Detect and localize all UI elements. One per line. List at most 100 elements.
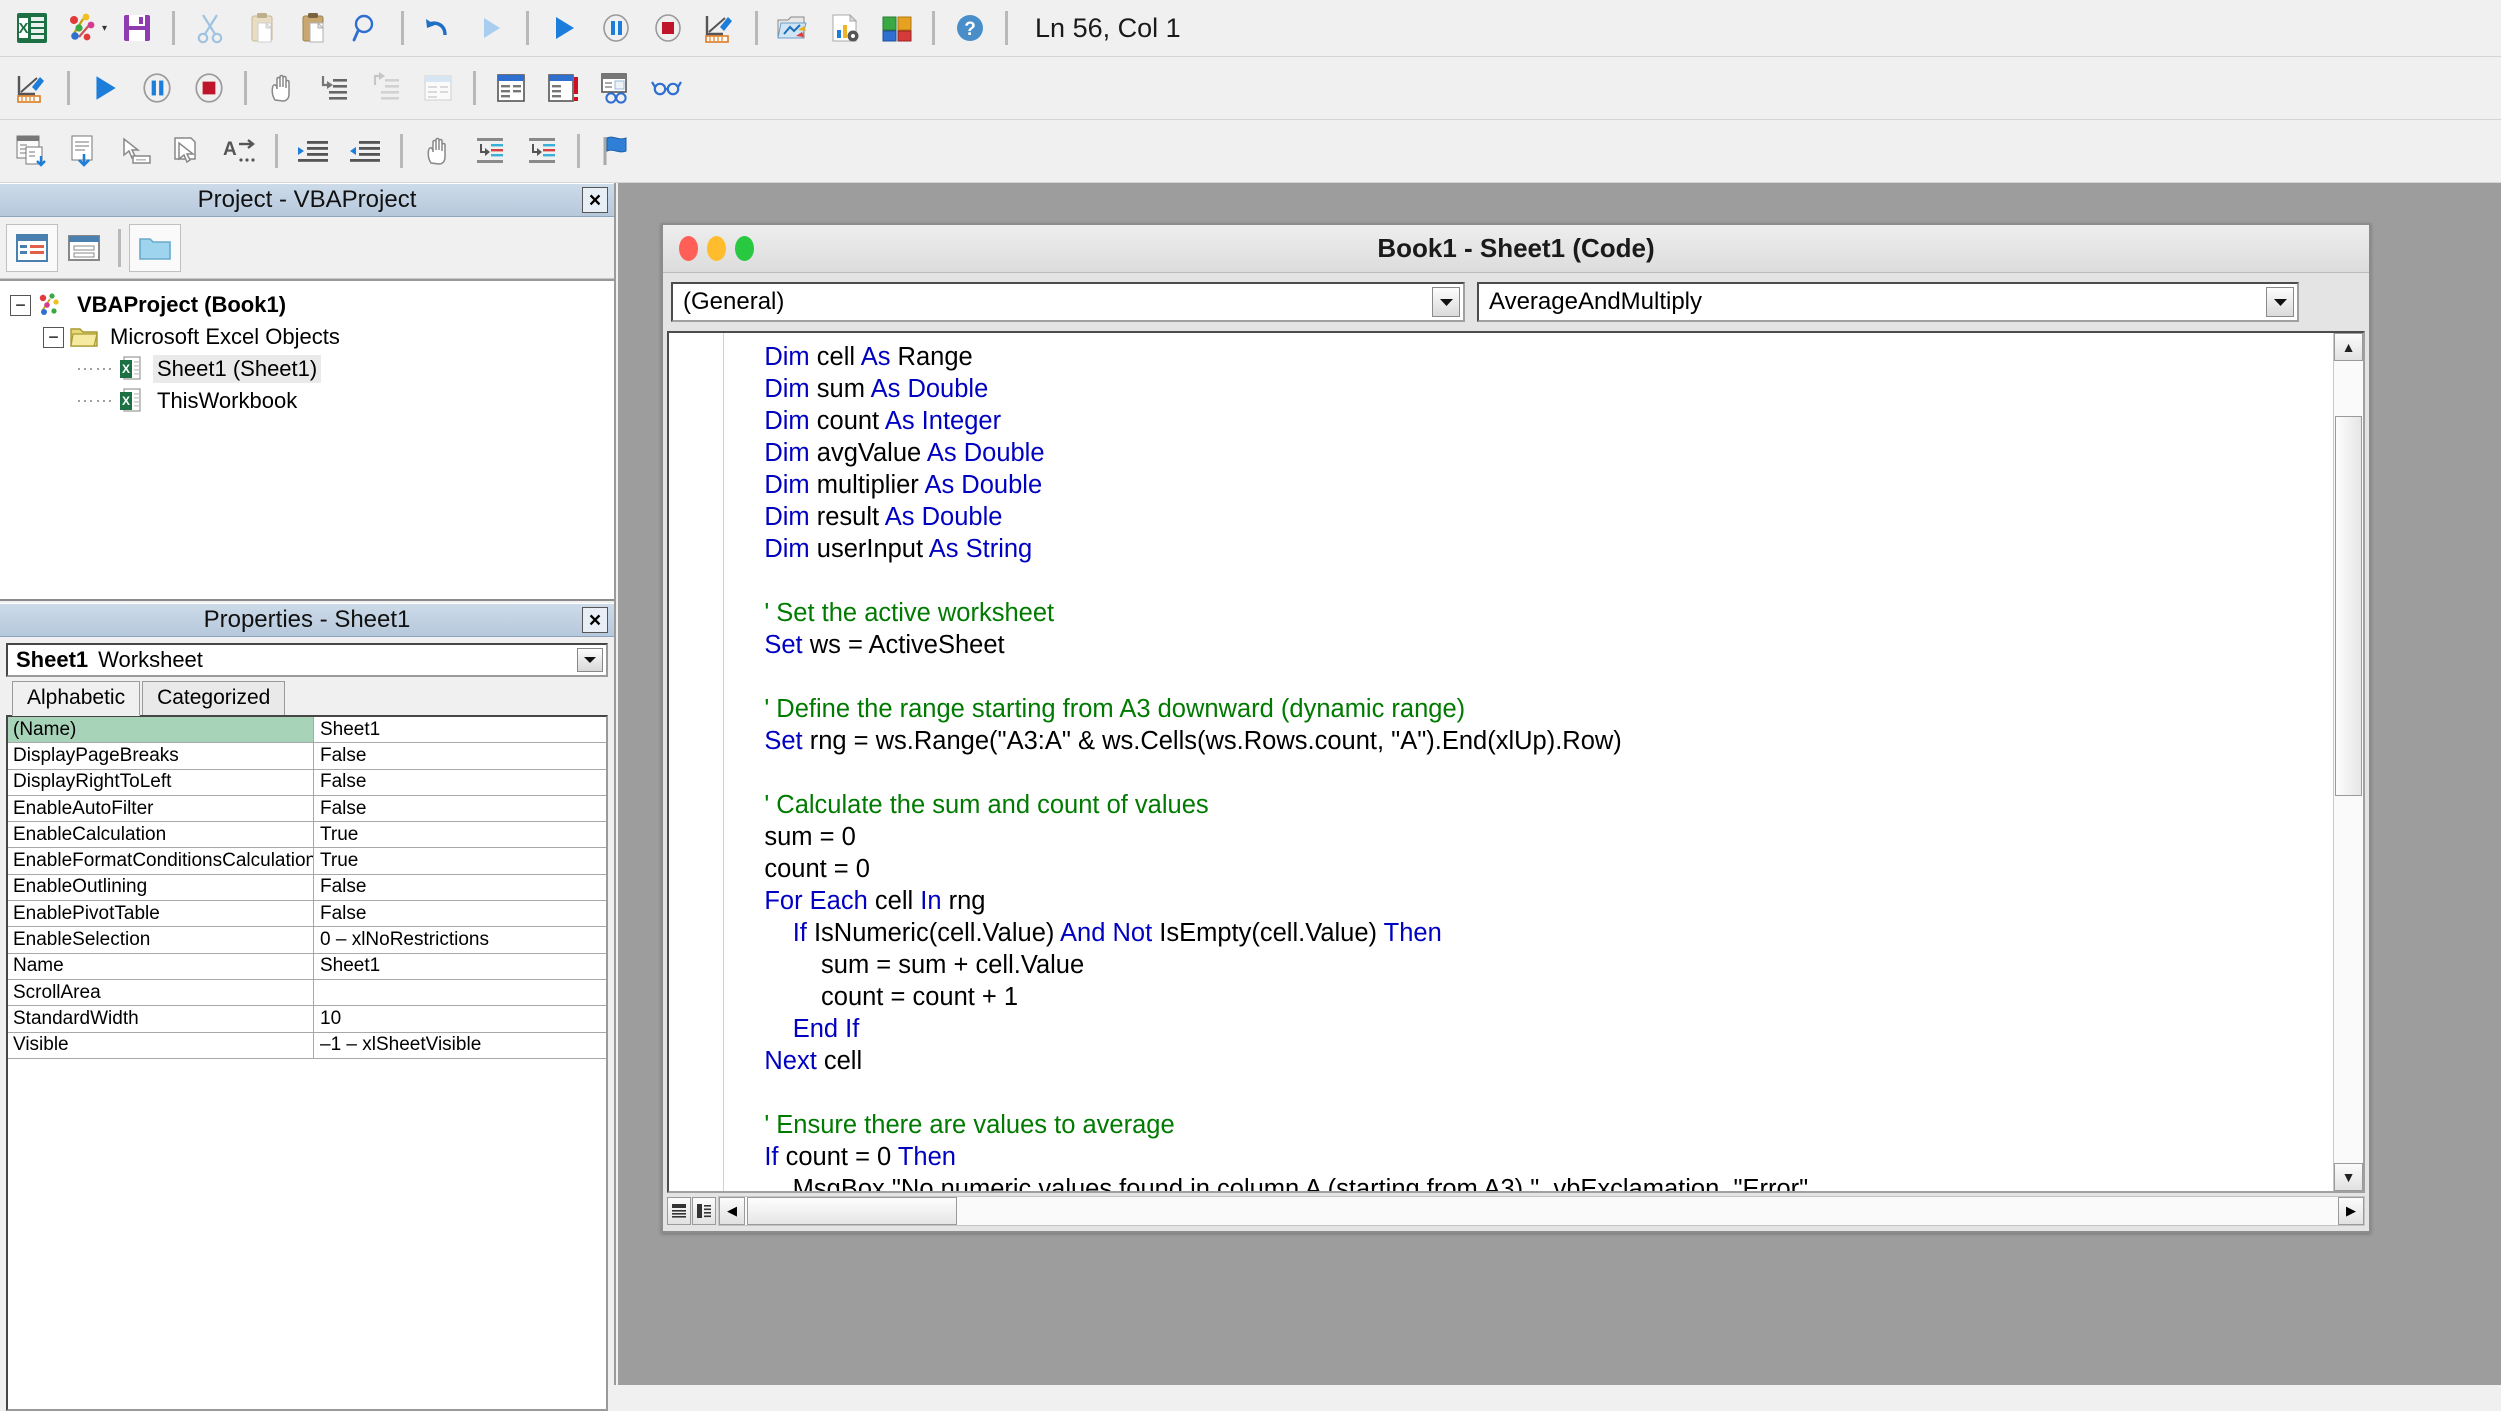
property-value[interactable]: 10: [314, 1006, 606, 1031]
cut-icon[interactable]: [184, 4, 236, 52]
property-row[interactable]: ScrollArea: [8, 980, 606, 1006]
excel-view-icon[interactable]: X: [6, 4, 58, 52]
full-module-view-icon[interactable]: [692, 1197, 716, 1225]
property-row[interactable]: EnablePivotTableFalse: [8, 901, 606, 927]
object-browser-icon[interactable]: [871, 4, 923, 52]
project-tree[interactable]: − VBAProject (Book1)− Microsoft Excel Ob…: [0, 279, 614, 599]
call-stack-icon[interactable]: [641, 64, 693, 112]
chevron-down-icon[interactable]: [1432, 287, 1460, 317]
maximize-icon[interactable]: [735, 236, 754, 261]
property-row[interactable]: NameSheet1: [8, 954, 606, 980]
property-value[interactable]: Sheet1: [314, 717, 606, 742]
properties-object-combo[interactable]: Sheet1 Worksheet: [6, 643, 608, 677]
save-icon[interactable]: [111, 4, 163, 52]
indent-icon[interactable]: [287, 127, 339, 175]
locals-window-icon[interactable]: [412, 64, 464, 112]
property-row[interactable]: EnableFormatConditionsCalculationTrue: [8, 848, 606, 874]
property-value[interactable]: False: [314, 743, 606, 768]
hscroll-track[interactable]: [957, 1197, 2338, 1225]
tree-item[interactable]: − Microsoft Excel Objects: [0, 321, 614, 353]
step-out-icon[interactable]: [360, 64, 412, 112]
property-row[interactable]: DisplayPageBreaksFalse: [8, 743, 606, 769]
code-horizontal-scrollbar[interactable]: ◀ ▶: [718, 1196, 2365, 1226]
property-row[interactable]: DisplayRightToLeftFalse: [8, 770, 606, 796]
properties-window-icon[interactable]: [819, 4, 871, 52]
list-constants-icon[interactable]: [58, 127, 110, 175]
chevron-down-icon[interactable]: [2266, 287, 2294, 317]
tree-expander-icon[interactable]: −: [43, 327, 64, 348]
scroll-right-button[interactable]: ▶: [2338, 1197, 2364, 1225]
list-properties-icon[interactable]: [6, 127, 58, 175]
property-value[interactable]: False: [314, 770, 606, 795]
paste-icon[interactable]: [288, 4, 340, 52]
view-code-icon[interactable]: [6, 224, 58, 272]
uncomment-block-icon[interactable]: [516, 127, 568, 175]
bookmark-icon[interactable]: [589, 127, 641, 175]
find-icon[interactable]: [340, 4, 392, 52]
pause-icon[interactable]: [590, 4, 642, 52]
property-value[interactable]: True: [314, 848, 606, 873]
code-vertical-scrollbar[interactable]: ▲ ▼: [2333, 333, 2363, 1191]
pause-icon[interactable]: [131, 64, 183, 112]
run-icon[interactable]: [538, 4, 590, 52]
toggle-breakpoint-icon[interactable]: [412, 127, 464, 175]
design-mode-icon[interactable]: [694, 4, 746, 52]
comment-block-icon[interactable]: [464, 127, 516, 175]
properties-tab-alphabetic[interactable]: Alphabetic: [12, 681, 140, 716]
copy-icon[interactable]: [236, 4, 288, 52]
properties-grid[interactable]: (Name)Sheet1DisplayPageBreaksFalseDispla…: [6, 715, 608, 1411]
scroll-down-button[interactable]: ▼: [2334, 1163, 2363, 1191]
property-value[interactable]: Sheet1: [314, 954, 606, 979]
immediate-window-icon[interactable]: [485, 64, 537, 112]
help-icon[interactable]: ?: [944, 4, 996, 52]
tree-item[interactable]: − VBAProject (Book1): [0, 289, 614, 321]
procedure-view-icon[interactable]: [667, 1197, 691, 1225]
chevron-down-icon[interactable]: [577, 648, 603, 672]
property-row[interactable]: (Name)Sheet1: [8, 717, 606, 743]
close-icon[interactable]: ×: [582, 187, 608, 213]
property-value[interactable]: False: [314, 875, 606, 900]
property-value[interactable]: [314, 980, 606, 1005]
scroll-left-button[interactable]: ◀: [719, 1197, 745, 1225]
property-row[interactable]: EnableOutliningFalse: [8, 875, 606, 901]
vscroll-track[interactable]: [2334, 361, 2363, 1163]
scroll-up-button[interactable]: ▲: [2334, 333, 2363, 361]
stop-icon[interactable]: [642, 4, 694, 52]
code-text-area[interactable]: Dim cell As Range Dim sum As Double Dim …: [724, 333, 2333, 1191]
hscroll-thumb[interactable]: [747, 1197, 957, 1225]
outdent-icon[interactable]: [339, 127, 391, 175]
view-object-icon[interactable]: [58, 224, 110, 272]
property-value[interactable]: –1 – xlSheetVisible: [314, 1033, 606, 1058]
tree-expander-icon[interactable]: −: [10, 295, 31, 316]
quick-watch-icon[interactable]: [589, 64, 641, 112]
property-row[interactable]: StandardWidth10: [8, 1006, 606, 1032]
property-value[interactable]: True: [314, 822, 606, 847]
stop-icon[interactable]: [183, 64, 235, 112]
insert-object-icon[interactable]: [58, 4, 110, 52]
properties-tab-categorized[interactable]: Categorized: [142, 681, 285, 715]
tree-item[interactable]: ⋯⋯ X ThisWorkbook: [0, 385, 614, 417]
toggle-folders-icon[interactable]: [129, 224, 181, 272]
close-icon[interactable]: [679, 236, 698, 261]
property-value[interactable]: 0 – xlNoRestrictions: [314, 927, 606, 952]
design-mode-icon[interactable]: [6, 64, 58, 112]
property-row[interactable]: Visible–1 – xlSheetVisible: [8, 1033, 606, 1059]
run-icon[interactable]: [79, 64, 131, 112]
redo-icon[interactable]: [465, 4, 517, 52]
property-value[interactable]: False: [314, 901, 606, 926]
parameter-info-icon[interactable]: [162, 127, 214, 175]
tree-item[interactable]: ⋯⋯ X Sheet1 (Sheet1): [0, 353, 614, 385]
complete-word-icon[interactable]: A: [214, 127, 266, 175]
code-editor[interactable]: Dim cell As Range Dim sum As Double Dim …: [667, 331, 2365, 1193]
project-explorer-icon[interactable]: [767, 4, 819, 52]
property-row[interactable]: EnableAutoFilterFalse: [8, 796, 606, 822]
procedure-dropdown[interactable]: AverageAndMultiply: [1477, 282, 2299, 322]
minimize-icon[interactable]: [707, 236, 726, 261]
undo-icon[interactable]: [413, 4, 465, 52]
quick-info-icon[interactable]: [110, 127, 162, 175]
hand-icon[interactable]: [256, 64, 308, 112]
watch-window-icon[interactable]: [537, 64, 589, 112]
vscroll-thumb[interactable]: [2335, 416, 2362, 796]
property-row[interactable]: EnableCalculationTrue: [8, 822, 606, 848]
step-into-icon[interactable]: [308, 64, 360, 112]
